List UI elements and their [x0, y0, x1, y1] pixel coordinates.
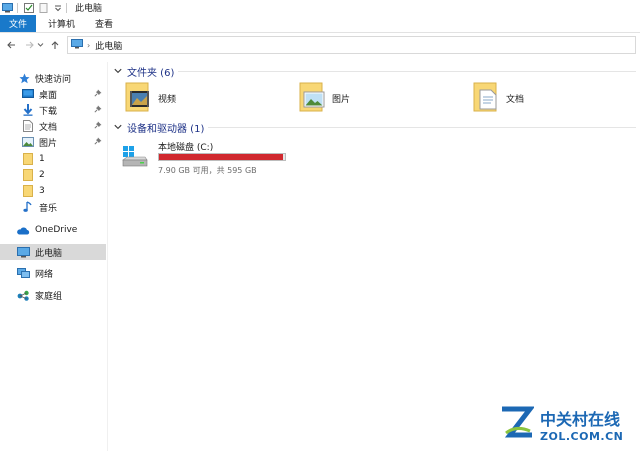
hard-drive-icon — [122, 144, 148, 173]
nav-label: 下载 — [39, 106, 58, 117]
drive-usage-fill — [159, 154, 284, 160]
pin-icon[interactable] — [94, 89, 102, 100]
back-button[interactable] — [4, 38, 17, 52]
navigation-bar: › 此电脑 — [0, 34, 640, 56]
navigation-pane: 快速访问 桌面 下载 文档 图片 1 2 3 音乐 OneDrive 此电脑 网… — [0, 62, 108, 451]
drive-usage-bar — [158, 153, 286, 161]
devices-group-header[interactable]: 设备和驱动器 (1) — [114, 120, 205, 135]
pictures-folder-icon — [298, 82, 326, 115]
chevron-down-icon[interactable] — [114, 68, 122, 74]
nav-homegroup[interactable]: 家庭组 — [0, 287, 106, 303]
onedrive-cloud-icon — [16, 224, 30, 236]
nav-label: 2 — [39, 170, 45, 180]
nav-item-downloads[interactable]: 下载 — [0, 102, 106, 118]
group-divider — [178, 71, 636, 72]
nav-label: 快速访问 — [35, 74, 72, 85]
nav-label: 1 — [39, 154, 45, 164]
title-bar: 此电脑 — [0, 0, 640, 15]
folder-icon — [22, 153, 34, 165]
tab-computer[interactable]: 计算机 — [36, 15, 85, 32]
chevron-right-icon[interactable]: › — [87, 41, 90, 50]
folders-group-header[interactable]: 文件夹 (6) — [114, 64, 175, 79]
tab-view[interactable]: 查看 — [85, 15, 123, 32]
computer-icon — [71, 38, 83, 52]
nav-label: 文档 — [39, 122, 58, 133]
nav-label: 3 — [39, 186, 45, 196]
documents-icon — [22, 120, 34, 132]
properties-icon[interactable] — [24, 2, 35, 13]
pin-icon[interactable] — [94, 137, 102, 148]
drive-space-info: 7.90 GB 可用，共 595 GB — [158, 166, 257, 175]
content-pane: 文件夹 (6) 视频 图片 文档 设备和驱动器 (1) 本地磁盘 (C:) 7.… — [110, 58, 640, 451]
breadcrumb-this-pc[interactable]: 此电脑 — [95, 39, 122, 52]
pin-icon[interactable] — [94, 105, 102, 116]
watermark-cn: 中关村在线 — [540, 409, 621, 429]
recent-locations-button[interactable] — [36, 38, 44, 52]
drive-name: 本地磁盘 (C:) — [158, 143, 214, 153]
desktop-icon — [22, 88, 34, 100]
new-folder-icon[interactable] — [39, 2, 50, 13]
nav-label: 家庭组 — [35, 291, 63, 302]
up-button[interactable] — [48, 38, 61, 52]
nav-label: 图片 — [39, 138, 58, 149]
computer-icon — [16, 246, 30, 258]
nav-quick-access[interactable]: 快速访问 — [0, 70, 106, 86]
homegroup-icon — [16, 289, 30, 301]
nav-item-desktop[interactable]: 桌面 — [0, 86, 106, 102]
folder-label: 图片 — [332, 94, 351, 105]
nav-item-folder-1[interactable]: 1 — [0, 151, 106, 167]
folder-tile-pictures[interactable]: 图片 — [298, 81, 350, 115]
nav-label: 桌面 — [39, 90, 58, 101]
download-icon — [22, 104, 34, 116]
separator — [66, 2, 67, 13]
zol-logo-icon — [500, 405, 536, 444]
folders-group-title: 文件夹 (6) — [127, 67, 175, 79]
chevron-down-icon[interactable] — [114, 124, 122, 130]
window-title: 此电脑 — [75, 4, 103, 14]
folder-label: 文档 — [506, 94, 525, 105]
nav-label: 网络 — [35, 269, 54, 280]
nav-this-pc[interactable]: 此电脑 — [0, 244, 106, 260]
folder-tile-videos[interactable]: 视频 — [124, 81, 176, 115]
nav-item-documents[interactable]: 文档 — [0, 118, 106, 134]
computer-icon[interactable] — [2, 2, 13, 13]
documents-folder-icon — [472, 82, 500, 115]
chevron-down-icon — [37, 43, 43, 47]
group-divider — [208, 127, 636, 128]
folder-icon — [22, 169, 34, 181]
forward-button[interactable] — [23, 38, 36, 52]
nav-item-pictures[interactable]: 图片 — [0, 134, 106, 150]
pin-icon[interactable] — [94, 121, 102, 132]
watermark: 中关村在线 ZOL.COM.CN — [500, 403, 640, 445]
star-icon — [18, 72, 30, 84]
videos-folder-icon — [124, 82, 152, 115]
back-arrow-icon — [6, 41, 15, 49]
folder-icon — [22, 185, 34, 197]
nav-label: 此电脑 — [35, 248, 63, 259]
nav-item-folder-2[interactable]: 2 — [0, 167, 106, 183]
nav-label: OneDrive — [35, 225, 78, 235]
nav-label: 音乐 — [39, 203, 58, 214]
forward-arrow-icon — [25, 41, 34, 49]
nav-item-folder-3[interactable]: 3 — [0, 183, 106, 199]
nav-network[interactable]: 网络 — [0, 265, 106, 281]
nav-onedrive[interactable]: OneDrive — [0, 222, 106, 238]
music-note-icon — [22, 201, 34, 213]
ribbon-tabs: 文件 计算机 查看 — [0, 15, 640, 33]
up-arrow-icon — [51, 41, 58, 49]
network-icon — [16, 267, 30, 279]
watermark-en: ZOL.COM.CN — [540, 429, 624, 443]
folder-label: 视频 — [158, 94, 177, 105]
folder-tile-documents[interactable]: 文档 — [472, 81, 524, 115]
separator — [17, 2, 18, 13]
pictures-icon — [22, 136, 34, 148]
tab-file[interactable]: 文件 — [0, 15, 36, 32]
nav-item-music[interactable]: 音乐 — [0, 199, 106, 215]
chevron-down-icon[interactable] — [54, 3, 62, 13]
devices-group-title: 设备和驱动器 (1) — [127, 123, 205, 135]
drive-tile-c[interactable]: 本地磁盘 (C:) 7.90 GB 可用，共 595 GB — [122, 138, 302, 178]
address-bar[interactable]: › 此电脑 — [67, 36, 636, 54]
